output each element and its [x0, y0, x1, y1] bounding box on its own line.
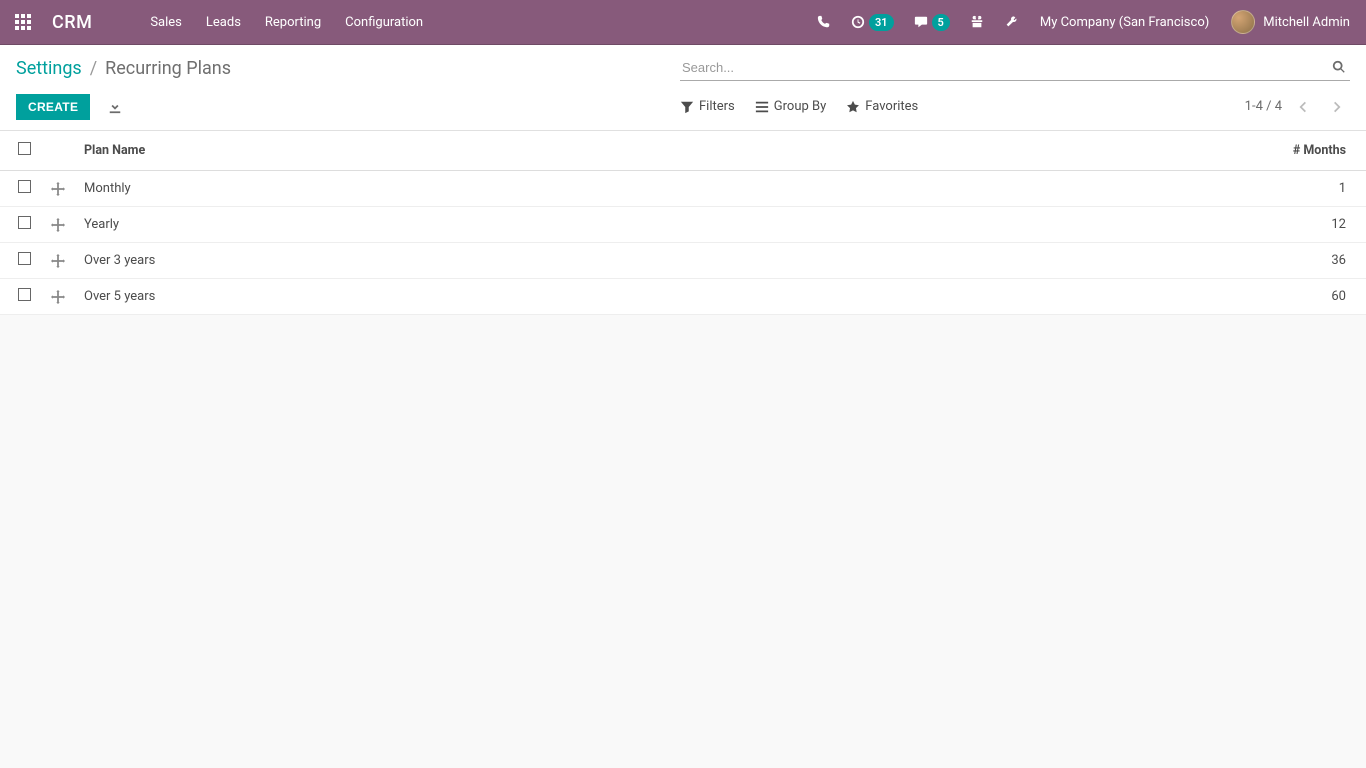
clock-icon: [851, 15, 865, 29]
move-icon: [51, 182, 65, 196]
main-menu: Sales Leads Reporting Configuration: [138, 0, 435, 45]
row-drag-handle[interactable]: [40, 243, 76, 279]
phone-button[interactable]: [807, 0, 841, 45]
checkbox-icon: [18, 180, 31, 193]
pager-value[interactable]: 1-4 / 4: [1245, 99, 1282, 114]
list-icon: [755, 100, 769, 114]
filters-label: Filters: [699, 99, 735, 114]
cell-plan-name: Over 5 years: [76, 279, 745, 315]
chevron-left-icon: [1296, 100, 1310, 114]
messages-badge: 5: [932, 14, 950, 31]
row-drag-handle[interactable]: [40, 171, 76, 207]
table-row[interactable]: Yearly12: [0, 207, 1366, 243]
activities-button[interactable]: 31: [841, 0, 904, 45]
table-row[interactable]: Over 5 years60: [0, 279, 1366, 315]
cell-months: 1: [745, 171, 1366, 207]
menu-configuration[interactable]: Configuration: [333, 0, 435, 45]
gift-button[interactable]: [960, 0, 994, 45]
cell-plan-name: Over 3 years: [76, 243, 745, 279]
menu-leads[interactable]: Leads: [194, 0, 253, 45]
user-avatar: [1231, 10, 1255, 34]
search-container: [680, 55, 1350, 81]
checkbox-icon: [18, 288, 31, 301]
menu-reporting[interactable]: Reporting: [253, 0, 333, 45]
row-checkbox[interactable]: [0, 171, 40, 207]
user-name: Mitchell Admin: [1263, 15, 1350, 30]
gift-icon: [970, 15, 984, 29]
search-options: Filters Group By Favorites 1-4 / 4: [680, 95, 1350, 118]
breadcrumb-current: Recurring Plans: [105, 58, 231, 79]
move-icon: [51, 290, 65, 304]
breadcrumb: Settings / Recurring Plans: [16, 58, 231, 79]
checkbox-icon: [18, 142, 31, 155]
checkbox-icon: [18, 252, 31, 265]
header-months[interactable]: # Months: [745, 131, 1366, 171]
cell-months: 12: [745, 207, 1366, 243]
table-row[interactable]: Monthly1: [0, 171, 1366, 207]
row-checkbox[interactable]: [0, 243, 40, 279]
systray: 31 5 My Company (San Francisco) Mitchell…: [807, 0, 1350, 45]
breadcrumb-separator: /: [90, 58, 97, 79]
header-plan-name[interactable]: Plan Name: [76, 131, 745, 171]
search-input[interactable]: [680, 55, 1350, 81]
header-select-all[interactable]: [0, 131, 40, 171]
favorites-label: Favorites: [865, 99, 918, 114]
filter-icon: [680, 100, 694, 114]
search-button[interactable]: [1332, 59, 1346, 74]
app-brand[interactable]: CRM: [52, 12, 92, 33]
debug-button[interactable]: [994, 0, 1028, 45]
row-checkbox[interactable]: [0, 207, 40, 243]
cell-months: 60: [745, 279, 1366, 315]
plans-table: Plan Name # Months Monthly1Yearly12Over …: [0, 131, 1366, 315]
top-navbar: CRM Sales Leads Reporting Configuration …: [0, 0, 1366, 45]
row-drag-handle[interactable]: [40, 207, 76, 243]
star-icon: [846, 100, 860, 114]
export-button[interactable]: [102, 93, 128, 120]
chevron-right-icon: [1330, 100, 1344, 114]
table-row[interactable]: Over 3 years36: [0, 243, 1366, 279]
pager-next[interactable]: [1324, 95, 1350, 118]
phone-icon: [817, 15, 831, 29]
control-panel: Settings / Recurring Plans CREATE Filter…: [0, 45, 1366, 131]
row-drag-handle[interactable]: [40, 279, 76, 315]
cell-plan-name: Monthly: [76, 171, 745, 207]
chat-icon: [914, 15, 928, 29]
pager: 1-4 / 4: [1245, 95, 1350, 118]
apps-grid-icon: [15, 14, 31, 30]
activities-badge: 31: [869, 14, 894, 31]
checkbox-icon: [18, 216, 31, 229]
filters-button[interactable]: Filters: [680, 99, 735, 114]
pager-prev[interactable]: [1290, 95, 1316, 118]
move-icon: [51, 254, 65, 268]
cell-plan-name: Yearly: [76, 207, 745, 243]
groupby-label: Group By: [774, 99, 827, 114]
download-icon: [108, 100, 122, 114]
messages-button[interactable]: 5: [904, 0, 960, 45]
favorites-button[interactable]: Favorites: [846, 99, 918, 114]
move-icon: [51, 218, 65, 232]
row-checkbox[interactable]: [0, 279, 40, 315]
search-icon: [1332, 60, 1346, 74]
header-handle: [40, 131, 76, 171]
groupby-button[interactable]: Group By: [755, 99, 827, 114]
apps-menu-button[interactable]: [0, 0, 46, 45]
menu-sales[interactable]: Sales: [138, 0, 194, 45]
cell-months: 36: [745, 243, 1366, 279]
wrench-icon: [1004, 15, 1018, 29]
breadcrumb-parent[interactable]: Settings: [16, 58, 82, 79]
create-button[interactable]: CREATE: [16, 94, 90, 120]
company-switcher[interactable]: My Company (San Francisco): [1028, 15, 1221, 30]
user-menu[interactable]: Mitchell Admin: [1221, 10, 1350, 34]
list-view: Plan Name # Months Monthly1Yearly12Over …: [0, 131, 1366, 315]
